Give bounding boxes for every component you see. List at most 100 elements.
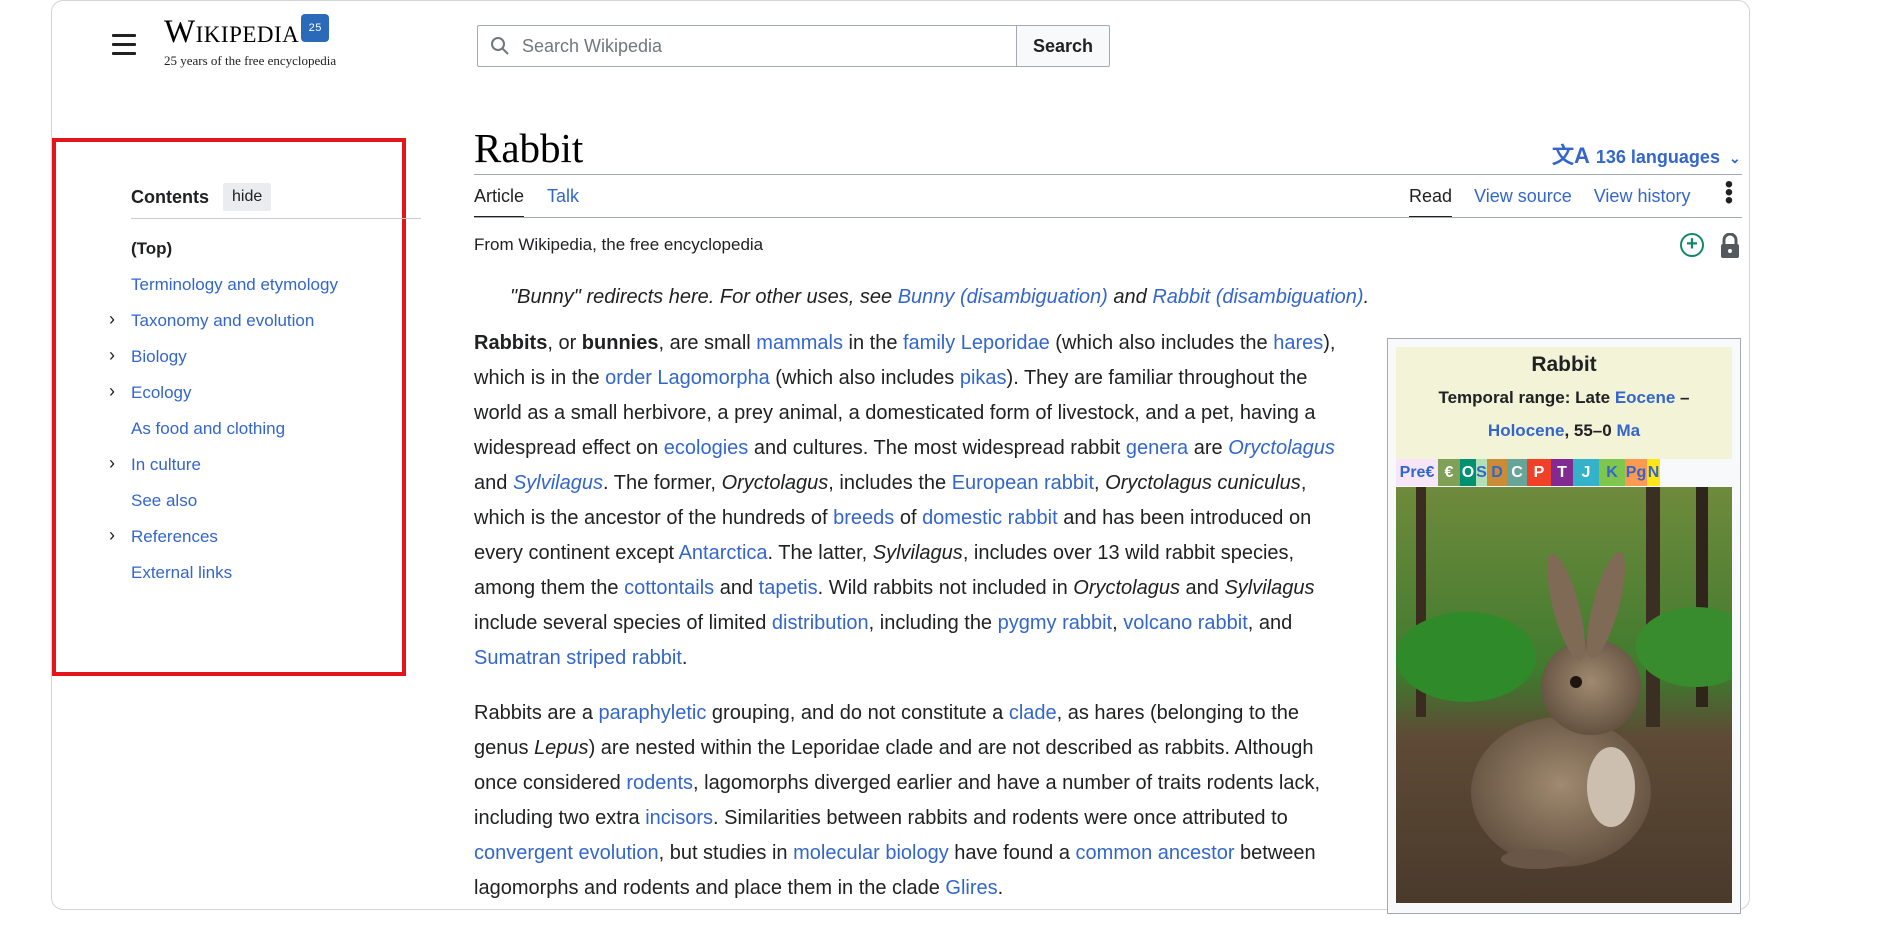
period-segment[interactable]: Pg	[1625, 459, 1647, 486]
chevron-right-icon[interactable]: ›	[109, 301, 115, 337]
chevron-right-icon[interactable]: ›	[109, 337, 115, 373]
period-segment[interactable]: T	[1551, 459, 1573, 486]
link-oryctolagus[interactable]: Oryctolagus	[1228, 437, 1335, 459]
link-paraphyletic[interactable]: paraphyletic	[599, 702, 707, 724]
period-segment[interactable]: S	[1476, 459, 1487, 486]
link-sumatran-striped-rabbit[interactable]: Sumatran striped rabbit	[474, 647, 682, 669]
toc-item[interactable]: › Taxonomy and evolution	[109, 303, 421, 339]
site-subtitle: From Wikipedia, the free encyclopedia	[474, 235, 764, 254]
link-eocene[interactable]: Eocene	[1615, 388, 1675, 407]
toc-item[interactable]: › Ecology	[109, 375, 421, 411]
namespace-tabs: Article Talk	[474, 184, 602, 218]
period-segment[interactable]: O	[1460, 459, 1476, 486]
geologic-period-bar: Pre€ € O S D C P T J K Pg N	[1396, 459, 1732, 486]
add-to-watchlist-icon[interactable]: +	[1680, 233, 1704, 257]
link-tapetis[interactable]: tapetis	[759, 577, 818, 599]
tab-read[interactable]: Read	[1409, 184, 1453, 218]
toc-item[interactable]: › Biology	[109, 339, 421, 375]
translate-icon: 文A	[1552, 143, 1590, 168]
link-sylvilagus[interactable]: Sylvilagus	[513, 472, 603, 494]
link-ma[interactable]: Ma	[1616, 421, 1640, 440]
period-segment[interactable]: N	[1647, 459, 1660, 486]
toc-item-label: (Top)	[131, 239, 173, 258]
toc-item-label: Taxonomy and evolution	[131, 311, 315, 330]
toc-item-label: External links	[131, 563, 233, 582]
hatnote-text: "Bunny" redirects here. For other uses, …	[510, 286, 898, 308]
more-actions-icon[interactable]: • • •	[1724, 173, 1734, 213]
wikipedia-logo[interactable]: Wikipedia 25 25 years of the free encyclo…	[164, 14, 364, 69]
chevron-right-icon[interactable]: ›	[109, 517, 115, 553]
toc-item[interactable]: › References	[109, 519, 421, 555]
page-title: Rabbit	[474, 125, 584, 171]
infobox-header: Rabbit Temporal range: Late Eocene – Hol…	[1396, 347, 1732, 459]
period-segment[interactable]: Pre€	[1396, 459, 1438, 486]
search-button[interactable]: Search	[1016, 25, 1110, 67]
link-molecular-biology[interactable]: molecular biology	[793, 842, 949, 864]
link-glires[interactable]: Glires	[945, 877, 997, 899]
hatnote: "Bunny" redirects here. For other uses, …	[510, 286, 1369, 309]
paragraph-2: Rabbits are a paraphyletic grouping, and…	[474, 702, 1321, 899]
link-common-ancestor[interactable]: common ancestor	[1076, 842, 1235, 864]
toc-item[interactable]: Terminology and etymology	[131, 267, 421, 303]
period-segment[interactable]: K	[1599, 459, 1625, 486]
link-convergent-evolution[interactable]: convergent evolution	[474, 842, 659, 864]
tab-article[interactable]: Article	[474, 184, 525, 218]
hatnote-link-rabbit[interactable]: Rabbit (disambiguation)	[1152, 286, 1363, 308]
temporal-range: Temporal range: Late Eocene – Holocene, …	[1396, 381, 1732, 447]
toc-item-label: Ecology	[131, 383, 192, 402]
toc-title: Contents	[131, 186, 209, 207]
main-menu-icon[interactable]	[112, 34, 136, 55]
period-segment[interactable]: D	[1487, 459, 1507, 486]
link-genera[interactable]: genera	[1126, 437, 1188, 459]
period-segment[interactable]: J	[1573, 459, 1599, 486]
link-clade[interactable]: clade	[1009, 702, 1057, 724]
tab-talk[interactable]: Talk	[547, 184, 579, 218]
toc-item[interactable]: › In culture	[109, 447, 421, 483]
hatnote-link-bunny[interactable]: Bunny (disambiguation)	[898, 286, 1108, 308]
hatnote-period: .	[1363, 286, 1370, 308]
chevron-right-icon[interactable]: ›	[109, 373, 115, 409]
toc-item[interactable]: External links	[131, 555, 421, 591]
link-order-lagomorpha[interactable]: order Lagomorpha	[605, 367, 770, 389]
link-domestic-rabbit[interactable]: domestic rabbit	[922, 507, 1058, 529]
period-segment[interactable]: C	[1507, 459, 1527, 486]
tab-view-source[interactable]: View source	[1474, 184, 1572, 218]
search-input[interactable]	[520, 34, 998, 58]
period-segment[interactable]: €	[1438, 459, 1460, 486]
link-antarctica[interactable]: Antarctica	[679, 542, 768, 564]
toc-item[interactable]: (Top)	[131, 231, 421, 267]
link-holocene[interactable]: Holocene	[1488, 421, 1565, 440]
tab-view-history[interactable]: View history	[1594, 184, 1691, 218]
search-field[interactable]	[477, 25, 1016, 67]
toc-item-label: Biology	[131, 347, 187, 366]
hatnote-text-and: and	[1107, 286, 1153, 308]
lock-icon[interactable]	[1718, 233, 1742, 259]
toc-item[interactable]: As food and clothing	[131, 411, 421, 447]
logo-tagline: 25 years of the free encyclopedia	[164, 53, 337, 68]
link-rodents[interactable]: rodents	[626, 772, 693, 794]
link-european-rabbit[interactable]: European rabbit	[952, 472, 1094, 494]
chevron-right-icon[interactable]: ›	[109, 445, 115, 481]
toc-hide-button[interactable]: hide	[223, 183, 272, 211]
infobox-title: Rabbit	[1531, 353, 1597, 376]
link-ecologies[interactable]: ecologies	[664, 437, 749, 459]
link-hares[interactable]: hares	[1273, 332, 1323, 354]
chevron-down-icon: ⌄	[1728, 150, 1741, 166]
link-distribution[interactable]: distribution	[772, 612, 869, 634]
paragraph-1: Rabbits, or bunnies, are small mammals i…	[474, 332, 1336, 669]
link-breeds[interactable]: breeds	[833, 507, 894, 529]
link-pygmy-rabbit[interactable]: pygmy rabbit	[998, 612, 1113, 634]
toc-item[interactable]: See also	[131, 483, 421, 519]
range-years: , 55–0	[1564, 421, 1617, 440]
language-selector[interactable]: 文A 136 languages ⌄	[1552, 138, 1741, 170]
title-divider	[474, 174, 1742, 175]
link-volcano-rabbit[interactable]: volcano rabbit	[1123, 612, 1248, 634]
period-segment[interactable]: P	[1527, 459, 1551, 486]
link-mammals[interactable]: mammals	[756, 332, 843, 354]
link-family-leporidae[interactable]: family Leporidae	[903, 332, 1050, 354]
link-pikas[interactable]: pikas	[960, 367, 1007, 389]
link-incisors[interactable]: incisors	[645, 807, 713, 829]
search-icon	[491, 37, 509, 55]
toc-item-label: Terminology and etymology	[131, 275, 338, 294]
link-cottontails[interactable]: cottontails	[624, 577, 714, 599]
